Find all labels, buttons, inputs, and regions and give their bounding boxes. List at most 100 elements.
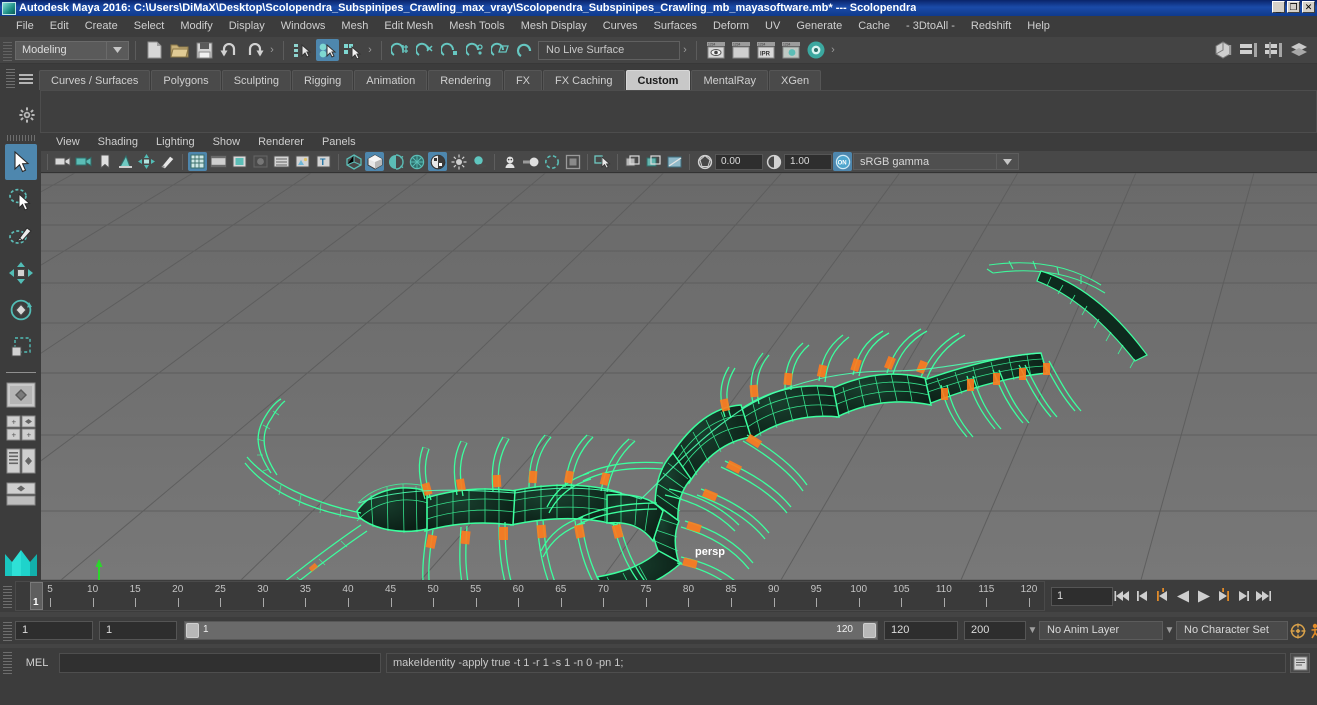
- show-hide-attribute-editor-icon[interactable]: [1237, 39, 1260, 61]
- selmask-group-collapse-arrow[interactable]: ›: [365, 44, 375, 56]
- menu-cache[interactable]: Cache: [850, 16, 898, 37]
- menu-edit-mesh[interactable]: Edit Mesh: [376, 16, 441, 37]
- time-slider-playhead[interactable]: 1: [30, 582, 43, 610]
- render-view-icon[interactable]: [804, 39, 827, 61]
- shelf-tab-curves-surfaces[interactable]: Curves / Surfaces: [39, 70, 151, 91]
- viewport-menu-show[interactable]: Show: [204, 133, 250, 151]
- xray-display-icon[interactable]: [623, 152, 642, 171]
- range-end-time-field[interactable]: 120: [884, 621, 958, 640]
- shelf-tab-xgen[interactable]: XGen: [769, 70, 822, 91]
- menu-mesh[interactable]: Mesh: [333, 16, 376, 37]
- open-scene-icon[interactable]: [168, 39, 191, 61]
- shelf-tab-rendering[interactable]: Rendering: [428, 70, 503, 91]
- menu-windows[interactable]: Windows: [273, 16, 334, 37]
- show-hide-modeling-toolkit-icon[interactable]: [1212, 39, 1235, 61]
- go-to-end-button[interactable]: [1253, 585, 1273, 607]
- animation-end-time-field[interactable]: 200: [964, 621, 1026, 640]
- range-start-time-field[interactable]: 1: [99, 621, 177, 640]
- command-language-label[interactable]: MEL: [15, 657, 59, 669]
- auto-keyframe-toggle-icon[interactable]: [1288, 620, 1308, 642]
- camera-attributes-icon[interactable]: [74, 152, 93, 171]
- bookmarks-icon[interactable]: [95, 152, 114, 171]
- save-scene-icon[interactable]: [193, 39, 216, 61]
- viewport-menu-panels[interactable]: Panels: [313, 133, 365, 151]
- menu-help[interactable]: Help: [1019, 16, 1058, 37]
- layout-persp-graph-icon[interactable]: [4, 479, 38, 509]
- redo-icon[interactable]: [243, 39, 266, 61]
- menu-modify[interactable]: Modify: [172, 16, 220, 37]
- shelf-grip[interactable]: [6, 68, 15, 88]
- range-slider[interactable]: 1 120: [184, 621, 878, 640]
- color-profile-dropdown-arrow[interactable]: [997, 153, 1019, 170]
- anti-aliasing-icon[interactable]: [542, 152, 561, 171]
- color-profile-selector[interactable]: sRGB gamma: [853, 153, 997, 170]
- restore-button[interactable]: ❐: [1287, 1, 1300, 13]
- range-grip[interactable]: [3, 620, 12, 641]
- select-by-component-type-icon[interactable]: [341, 39, 364, 61]
- script-editor-icon[interactable]: [1290, 653, 1310, 673]
- menu-create[interactable]: Create: [77, 16, 126, 37]
- menu-generate[interactable]: Generate: [788, 16, 850, 37]
- xray-active-components-icon[interactable]: [665, 152, 684, 171]
- select-by-hierarchy-icon[interactable]: [291, 39, 314, 61]
- smooth-shade-all-icon[interactable]: [365, 152, 384, 171]
- animation-preferences-icon[interactable]: [1308, 620, 1317, 642]
- snap-to-point-icon[interactable]: [439, 39, 462, 61]
- shelf-tab-sculpting[interactable]: Sculpting: [221, 70, 291, 91]
- render-current-frame-icon[interactable]: 1234: [704, 39, 727, 61]
- wireframe-shading-icon[interactable]: [344, 152, 363, 171]
- undo-icon[interactable]: [218, 39, 241, 61]
- isolate-select-icon[interactable]: [593, 152, 612, 171]
- grease-pencil-icon[interactable]: [158, 152, 177, 171]
- viewport-menu-lighting[interactable]: Lighting: [147, 133, 204, 151]
- animation-start-time-field[interactable]: 1: [15, 621, 93, 640]
- exposure-value-field[interactable]: 0.00: [715, 153, 763, 170]
- step-forward-frame-button[interactable]: [1213, 585, 1233, 607]
- snap-to-view-plane-icon[interactable]: [489, 39, 512, 61]
- exposure-control-icon[interactable]: [272, 152, 291, 171]
- shelf-tab-polygons[interactable]: Polygons: [151, 70, 221, 91]
- range-slider-right-handle[interactable]: [863, 623, 876, 638]
- statusbar-grip[interactable]: [3, 39, 12, 61]
- timeline-grip[interactable]: [3, 584, 12, 608]
- select-camera-icon[interactable]: [53, 152, 72, 171]
- menuset-selector[interactable]: Modeling: [15, 40, 107, 60]
- redo-render-icon[interactable]: 1234: [729, 39, 752, 61]
- use-all-lights-icon[interactable]: [449, 152, 468, 171]
- shelf-tab-custom[interactable]: Custom: [625, 70, 691, 91]
- menu-surfaces[interactable]: Surfaces: [646, 16, 705, 37]
- live-surface-field[interactable]: No Live Surface: [538, 40, 680, 60]
- motion-blur-icon[interactable]: [521, 152, 540, 171]
- shelf-tab-rigging[interactable]: Rigging: [291, 70, 354, 91]
- layout-four-view-icon[interactable]: + + +: [4, 413, 38, 443]
- viewport-menu-renderer[interactable]: Renderer: [249, 133, 313, 151]
- rotate-tool-icon[interactable]: [5, 292, 37, 328]
- ipr-render-icon[interactable]: 1234 IPR: [754, 39, 777, 61]
- image-plane-icon[interactable]: [116, 152, 135, 171]
- snap-to-curve-icon[interactable]: [414, 39, 437, 61]
- step-back-frame-button[interactable]: [1153, 585, 1173, 607]
- layout-persp-outliner-icon[interactable]: [4, 446, 38, 476]
- menu-3dtoall[interactable]: - 3DtoAll -: [898, 16, 963, 37]
- layout-single-perspective-icon[interactable]: [4, 380, 38, 410]
- show-film-gate-icon[interactable]: [209, 152, 228, 171]
- menu-edit[interactable]: Edit: [42, 16, 77, 37]
- show-resolution-gate-icon[interactable]: [230, 152, 249, 171]
- paint-select-tool-icon[interactable]: [5, 218, 37, 254]
- wireframe-on-shaded-icon[interactable]: [407, 152, 426, 171]
- menu-curves[interactable]: Curves: [595, 16, 646, 37]
- two-d-pan-zoom-icon[interactable]: [137, 152, 156, 171]
- viewport-3d-canvas[interactable]: persp Z persp: [41, 173, 1317, 580]
- show-grid-icon[interactable]: [188, 152, 207, 171]
- shelf-tab-mentalray[interactable]: MentalRay: [691, 70, 769, 91]
- show-hide-channel-box-icon[interactable]: [1262, 39, 1285, 61]
- character-set-selector[interactable]: No Character Set: [1176, 621, 1288, 640]
- play-forwards-button[interactable]: [1193, 585, 1213, 607]
- new-scene-icon[interactable]: [143, 39, 166, 61]
- select-by-object-type-icon[interactable]: [316, 39, 339, 61]
- shade-options-icon[interactable]: [386, 152, 405, 171]
- scale-tool-icon[interactable]: [5, 329, 37, 365]
- image-based-lighting-icon[interactable]: [293, 152, 312, 171]
- show-gate-mask-icon[interactable]: [251, 152, 270, 171]
- shelf-button-area[interactable]: [40, 90, 1317, 133]
